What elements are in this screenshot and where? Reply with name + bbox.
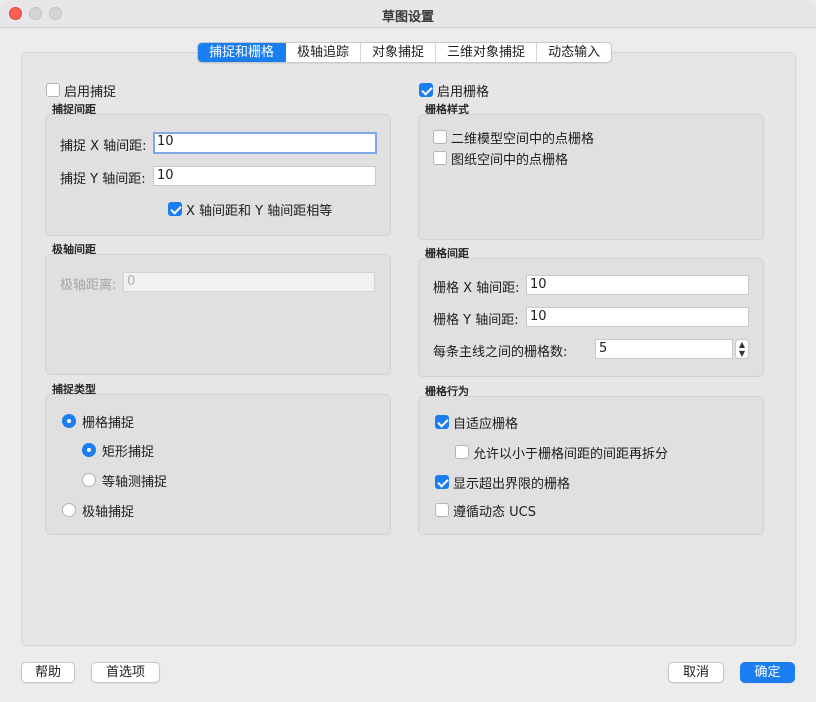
options-button[interactable]: 首选项 xyxy=(91,662,160,683)
major-line-stepper[interactable]: ▲ ▼ xyxy=(735,339,749,359)
follow-ucs-checkbox[interactable]: 遵循动态 UCS xyxy=(435,502,536,520)
stepper-up-icon[interactable]: ▲ xyxy=(736,340,748,349)
title-bar: 草图设置 xyxy=(0,0,816,28)
checkbox-unchecked-icon xyxy=(435,503,449,517)
checkbox-unchecked-icon xyxy=(46,83,60,97)
window-title: 草图设置 xyxy=(381,10,434,25)
sketch-settings-window: 草图设置 捕捉和栅格 极轴追踪 对象捕捉 三维对象捕捉 动态输入 启用捕捉 捕捉… xyxy=(0,0,816,702)
polar-snap-label: 极轴捕捉 xyxy=(82,504,135,520)
equal-spacing-label: X 轴间距和 Y 轴间距相等 xyxy=(186,203,333,219)
grid-y-input[interactable]: 10 xyxy=(526,307,749,327)
ok-button[interactable]: 确定 xyxy=(740,662,795,683)
radio-selected-icon xyxy=(62,414,76,428)
grid-2d-model-label: 二维模型空间中的点栅格 xyxy=(451,131,595,147)
snap-x-label: 捕捉 X 轴间距: xyxy=(60,139,147,154)
stepper-down-icon[interactable]: ▼ xyxy=(736,349,748,358)
radio-unselected-icon xyxy=(82,473,96,487)
equal-spacing-checkbox[interactable]: X 轴间距和 Y 轴间距相等 xyxy=(168,201,333,219)
radio-selected-icon xyxy=(82,443,96,457)
enable-grid-label: 启用栅格 xyxy=(437,84,490,100)
enable-grid-checkbox[interactable]: 启用栅格 xyxy=(419,82,490,100)
snap-y-input[interactable]: 10 xyxy=(153,166,376,186)
grid-2d-model-checkbox[interactable]: 二维模型空间中的点栅格 xyxy=(433,129,595,147)
checkmark-icon xyxy=(419,83,433,97)
enable-snap-label: 启用捕捉 xyxy=(64,84,117,100)
grid-snap-radio[interactable]: 栅格捕捉 xyxy=(62,413,135,431)
polar-snap-radio[interactable]: 极轴捕捉 xyxy=(62,502,135,520)
checkbox-unchecked-icon xyxy=(433,151,447,165)
tab-snap-and-grid[interactable]: 捕捉和栅格 xyxy=(198,43,287,62)
beyond-limits-label: 显示超出界限的栅格 xyxy=(453,476,571,492)
grid-x-input[interactable]: 10 xyxy=(526,275,749,295)
beyond-limits-checkbox[interactable]: 显示超出界限的栅格 xyxy=(435,474,571,492)
polar-distance-input: 0 xyxy=(123,272,375,292)
tab-3d-object-snap[interactable]: 三维对象捕捉 xyxy=(436,43,538,62)
polar-distance-label: 极轴距离: xyxy=(60,278,117,293)
grid-snap-label: 栅格捕捉 xyxy=(82,415,135,431)
adaptive-grid-label: 自适应栅格 xyxy=(453,416,519,432)
help-button[interactable]: 帮助 xyxy=(21,662,75,683)
subdivide-grid-checkbox[interactable]: 允许以小于栅格间距的间距再拆分 xyxy=(455,444,669,462)
checkmark-icon xyxy=(435,475,449,489)
grid-x-label: 栅格 X 轴间距: xyxy=(433,281,520,296)
tab-bar: 捕捉和栅格 极轴追踪 对象捕捉 三维对象捕捉 动态输入 xyxy=(197,42,613,63)
radio-unselected-icon xyxy=(62,503,76,517)
enable-snap-checkbox[interactable]: 启用捕捉 xyxy=(46,82,117,100)
rect-snap-label: 矩形捕捉 xyxy=(102,444,155,460)
grid-paper-space-checkbox[interactable]: 图纸空间中的点栅格 xyxy=(433,150,569,168)
checkbox-unchecked-icon xyxy=(455,445,469,459)
tab-dynamic-input[interactable]: 动态输入 xyxy=(537,43,611,62)
checkmark-icon xyxy=(168,202,182,216)
tab-polar-tracking[interactable]: 极轴追踪 xyxy=(286,43,362,62)
rect-snap-radio[interactable]: 矩形捕捉 xyxy=(82,442,155,460)
iso-snap-radio[interactable]: 等轴测捕捉 xyxy=(82,472,168,490)
grid-paper-space-label: 图纸空间中的点栅格 xyxy=(451,152,569,168)
cancel-button[interactable]: 取消 xyxy=(668,662,724,683)
major-line-label: 每条主线之间的栅格数: xyxy=(433,345,568,360)
major-line-input[interactable]: 5 xyxy=(595,339,733,359)
checkmark-icon xyxy=(435,415,449,429)
iso-snap-label: 等轴测捕捉 xyxy=(102,474,168,490)
adaptive-grid-checkbox[interactable]: 自适应栅格 xyxy=(435,414,519,432)
follow-ucs-label: 遵循动态 UCS xyxy=(453,504,536,520)
snap-x-input[interactable]: 10 xyxy=(153,132,377,154)
snap-y-label: 捕捉 Y 轴间距: xyxy=(60,172,146,187)
tab-object-snap[interactable]: 对象捕捉 xyxy=(361,43,437,62)
checkbox-unchecked-icon xyxy=(433,130,447,144)
grid-y-label: 栅格 Y 轴间距: xyxy=(433,313,519,328)
subdivide-grid-label: 允许以小于栅格间距的间距再拆分 xyxy=(473,446,669,462)
